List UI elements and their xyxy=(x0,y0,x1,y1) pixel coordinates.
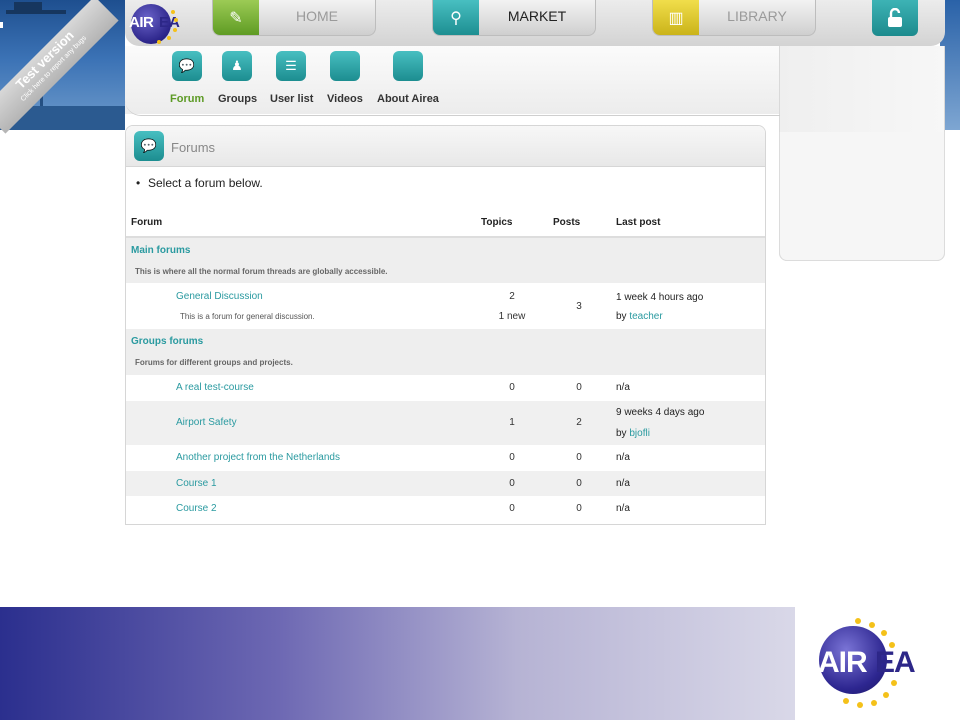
page-title: Forums xyxy=(171,140,216,155)
unlock-icon xyxy=(888,8,902,27)
posts-count: 3 xyxy=(576,301,582,312)
subnav-forum[interactable]: Forum xyxy=(170,93,204,105)
last-post: n/a xyxy=(616,382,630,393)
videos-icon[interactable] xyxy=(330,51,360,81)
forum-row: Airport Safety 1 2 9 weeks 4 days ago by… xyxy=(126,401,765,445)
category-description: This is where all the normal forum threa… xyxy=(135,267,388,276)
forum-row: General Discussion This is a forum for g… xyxy=(126,283,765,329)
airea-logo[interactable]: AIR EA xyxy=(127,2,185,44)
topics-count: 2 xyxy=(509,291,515,302)
forum-row: Course 1 0 0 n/a xyxy=(126,471,765,496)
category-description: Forums for different groups and projects… xyxy=(135,358,293,367)
tab-home[interactable]: ✎ HOME xyxy=(212,0,376,36)
by-label: by xyxy=(616,428,627,439)
user-link[interactable]: bjofli xyxy=(629,428,650,439)
subnav-groups[interactable]: Groups xyxy=(218,93,257,105)
logo-text-air: AIR xyxy=(129,14,154,31)
last-post-author: by bjofli xyxy=(616,428,650,439)
forum-link[interactable]: Course 2 xyxy=(176,503,217,514)
posts-count: 0 xyxy=(576,503,582,514)
last-post-author: by teacher xyxy=(616,311,663,322)
topics-count: 0 xyxy=(509,478,515,489)
subnav-videos[interactable]: Videos xyxy=(327,93,363,105)
forums-intro: Select a forum below. xyxy=(136,176,263,190)
login-lock-button[interactable] xyxy=(872,0,918,36)
forum-link[interactable]: Another project from the Netherlands xyxy=(176,452,340,463)
posts-count: 0 xyxy=(576,452,582,463)
forum-row: A real test-course 0 0 n/a xyxy=(126,375,765,401)
topics-count: 0 xyxy=(509,452,515,463)
subnav-about[interactable]: About Airea xyxy=(377,93,439,105)
market-icon: ⚲ xyxy=(433,0,479,35)
footer-logo-text-air: AIR xyxy=(818,646,868,679)
column-header-posts[interactable]: Posts xyxy=(553,217,580,228)
topics-count: 1 xyxy=(509,417,515,428)
posts-count: 0 xyxy=(576,382,582,393)
posts-count: 2 xyxy=(576,417,582,428)
forums-header: 💬 Forums xyxy=(126,126,765,167)
category-name[interactable]: Main forums xyxy=(131,245,190,256)
home-icon: ✎ xyxy=(213,0,259,35)
user-list-icon[interactable]: ☰ xyxy=(276,51,306,81)
category-name[interactable]: Groups forums xyxy=(131,336,203,347)
category-groups-forums: Groups forums Forums for different group… xyxy=(126,329,765,375)
groups-icon[interactable]: ♟ xyxy=(222,51,252,81)
tab-market[interactable]: ⚲ MARKET xyxy=(432,0,596,36)
column-header-forum[interactable]: Forum xyxy=(131,217,162,228)
user-link[interactable]: teacher xyxy=(629,311,662,322)
by-label: by xyxy=(616,311,627,322)
forum-row: Another project from the Netherlands 0 0… xyxy=(126,445,765,471)
tab-library[interactable]: ▥ LIBRARY xyxy=(652,0,816,36)
topics-count: 0 xyxy=(509,503,515,514)
last-post: n/a xyxy=(616,452,630,463)
posts-count: 0 xyxy=(576,478,582,489)
footer-logo-text-ea: EA xyxy=(875,646,916,679)
last-post: n/a xyxy=(616,478,630,489)
category-main-forums: Main forums This is where all the normal… xyxy=(126,238,765,283)
forum-description: This is a forum for general discussion. xyxy=(180,312,315,321)
footer-gradient-band xyxy=(0,607,795,720)
last-post-time: 9 weeks 4 days ago xyxy=(616,407,705,418)
last-post-time: 1 week 4 hours ago xyxy=(616,292,704,303)
forum-row: Course 2 0 0 n/a xyxy=(126,496,765,522)
forum-link[interactable]: General Discussion xyxy=(176,291,263,302)
forum-icon: 💬 xyxy=(134,131,164,161)
tab-market-label: MARKET xyxy=(507,8,567,24)
subnav-user-list[interactable]: User list xyxy=(270,93,313,105)
column-header-last-post[interactable]: Last post xyxy=(616,217,660,228)
forum-link[interactable]: A real test-course xyxy=(176,382,254,393)
column-header-topics[interactable]: Topics xyxy=(481,217,512,228)
tab-home-label: HOME xyxy=(296,8,338,24)
last-post: n/a xyxy=(616,503,630,514)
about-icon[interactable] xyxy=(393,51,423,81)
topics-count: 0 xyxy=(509,382,515,393)
forum-icon[interactable]: 💬 xyxy=(172,51,202,81)
new-topics-link[interactable]: 1 new xyxy=(492,311,532,322)
forums-panel: 💬 Forums Select a forum below. Forum Top… xyxy=(125,125,766,525)
library-icon: ▥ xyxy=(653,0,699,35)
footer-airea-logo: AIR EA xyxy=(815,618,935,708)
right-sidebar-box xyxy=(779,132,945,261)
tab-library-label: LIBRARY xyxy=(727,8,787,24)
forum-link[interactable]: Airport Safety xyxy=(176,417,237,428)
forum-link[interactable]: Course 1 xyxy=(176,478,217,489)
